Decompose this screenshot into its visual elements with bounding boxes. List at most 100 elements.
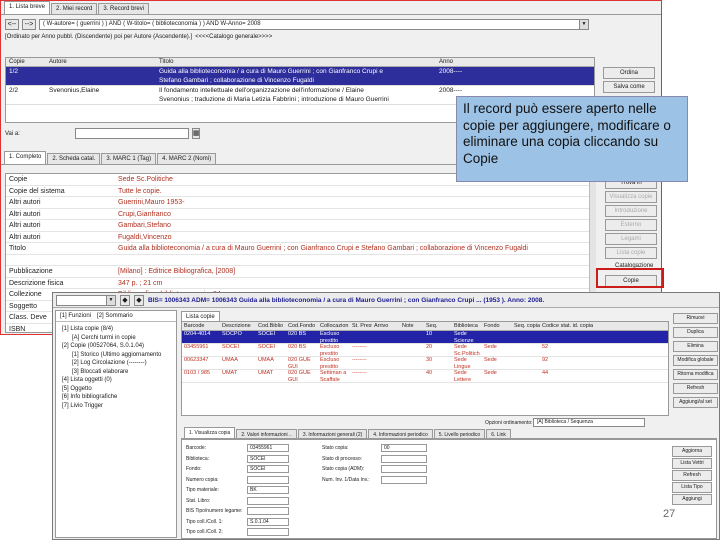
sort-select[interactable]: [A] Biblioteca / Sequenza xyxy=(533,418,645,427)
form-input[interactable] xyxy=(247,507,289,515)
tree-item[interactable]: [7] Livio Trigger xyxy=(58,402,174,411)
copies-column-header[interactable]: Codice stat. id. copia xyxy=(540,322,600,330)
form-tab[interactable]: 3. Informazioni generali (2) xyxy=(297,429,368,438)
copies-column-header[interactable]: St. Prest. xyxy=(350,322,372,330)
form-input[interactable] xyxy=(381,454,427,463)
copies-column-header[interactable]: Descrizione xyxy=(220,322,256,330)
introduzione-button[interactable]: Introduzione xyxy=(605,205,657,217)
detail-value[interactable]: Guerrini,Mauro 1953- xyxy=(118,197,185,208)
copies-column-header[interactable]: Cod.Fondo xyxy=(286,322,318,330)
visualizza-copie-button[interactable]: Visualizza copie xyxy=(605,191,657,203)
detail-value[interactable]: Crupi,Gianfranco xyxy=(118,209,171,220)
toolbar-icon[interactable]: ◆ xyxy=(134,294,144,306)
copies-side-button[interactable]: Aggiungi/al set xyxy=(673,397,718,408)
ordina-button[interactable]: Ordina xyxy=(603,67,655,79)
goto-input[interactable] xyxy=(74,128,189,139)
form-tab[interactable]: 1. Visualizza copia xyxy=(184,427,236,438)
copies-column-header[interactable]: Collocazion xyxy=(318,322,350,330)
form-tab[interactable]: 6. Link xyxy=(486,429,511,438)
tree-item[interactable]: [3] Bloccati elaborare xyxy=(58,368,174,377)
tab-lista-copie[interactable]: Lista copie xyxy=(181,311,220,321)
form-button[interactable]: Aggiorna xyxy=(672,446,712,457)
detail-value[interactable]: [Milano] : Editrice Bibliografica, [2008… xyxy=(118,266,235,277)
form-input[interactable] xyxy=(381,475,427,484)
detail-value[interactable]: Fugaldi,Vincenzo xyxy=(118,232,172,243)
copies-column-header[interactable]: Arrivo xyxy=(372,322,400,330)
calendar-icon[interactable]: ▦ xyxy=(191,128,200,139)
tab-funzioni[interactable]: [1] Funzioni xyxy=(60,313,91,319)
table-row[interactable]: 00623347 UMAA UMAA 020 GUE GUI Escluso prest… xyxy=(182,357,668,370)
form-input[interactable] xyxy=(247,496,289,505)
copies-side-button[interactable]: Rimuovi xyxy=(673,313,718,324)
col-titolo[interactable]: Titolo xyxy=(156,58,436,66)
form-button[interactable]: Lista Tipo xyxy=(672,482,712,493)
form-input[interactable]: S.0.1.04 xyxy=(247,517,289,526)
form-input[interactable] xyxy=(247,475,289,484)
copies-side-button[interactable]: Duplica xyxy=(673,327,718,338)
form-button[interactable]: Refresh xyxy=(672,470,712,481)
tab-record-brevi[interactable]: 3. Record brevi xyxy=(98,3,150,14)
detail-value[interactable]: Guida alla biblioteconomia / a cura di M… xyxy=(118,243,528,254)
tab-completo[interactable]: 1. Completo xyxy=(4,151,47,164)
chevron-down-icon[interactable]: ▼ xyxy=(106,295,115,305)
detail-value[interactable]: Gambari,Stefano xyxy=(118,220,171,231)
form-tab[interactable]: 2. Valori informazioni .. xyxy=(236,429,297,438)
tab-lista-breve[interactable]: 1. Lista breve xyxy=(4,1,51,14)
detail-value[interactable]: Sede Sc.Politiche xyxy=(118,174,173,185)
tab-scheda-catal[interactable]: 2. Scheda catal. xyxy=(47,153,101,164)
tree-item[interactable]: [4] Lista oggetti (0) xyxy=(58,376,174,385)
query-field[interactable]: ( W-autore= ( guerrini ) ) AND ( W-titol… xyxy=(39,19,589,30)
detail-value[interactable]: Tutte le copie. xyxy=(118,186,162,197)
tree-item[interactable]: [6] Info bibliografiche xyxy=(58,393,174,402)
copies-column-header[interactable]: Cod.Biblio xyxy=(256,322,286,330)
legami-button[interactable]: Legami xyxy=(605,233,657,245)
view-select[interactable]: ▼ xyxy=(56,294,116,306)
table-row[interactable]: 03455961 SOCEI SOCEI 020 BS Escluso prestito… xyxy=(182,344,668,357)
col-autore[interactable]: Autore xyxy=(46,58,156,66)
tab-sommario[interactable]: [2] Sommario xyxy=(97,313,133,319)
tree-item[interactable]: [2] Copie (00527064, S.0.1.04) xyxy=(58,342,174,351)
form-input[interactable] xyxy=(381,465,427,473)
next-button[interactable]: --> xyxy=(22,19,36,30)
copies-column-header[interactable]: Note xyxy=(400,322,424,330)
detail-value[interactable]: 347 p. ; 21 cm xyxy=(118,278,162,289)
table-row[interactable]: 1/2 Guida alla biblioteconomia / a cura … xyxy=(6,67,594,86)
table-row[interactable]: 0204-4014 SOCPO SOCEI 020 BS Escluso prestit… xyxy=(182,331,668,344)
lista-copie-button[interactable]: Lista copie xyxy=(605,247,657,259)
form-input[interactable]: 03455961 xyxy=(247,444,289,452)
form-input[interactable]: 00 xyxy=(381,444,427,452)
form-tab[interactable]: 5. Livello periodico xyxy=(433,429,486,438)
chevron-down-icon[interactable]: ▼ xyxy=(579,20,588,29)
copies-column-header[interactable]: Seq. xyxy=(424,322,452,330)
tab-marc2[interactable]: 4. MARC 2 (Nomi) xyxy=(157,153,217,164)
copies-side-button[interactable]: Ritorna modifica xyxy=(673,369,718,380)
tree-item[interactable]: [5] Oggetto xyxy=(58,385,174,394)
copies-column-header[interactable]: Barcode xyxy=(182,322,220,330)
copies-side-button[interactable]: Modifica globale xyxy=(673,355,718,366)
table-row[interactable]: 0103 / 985 UMAT UMAT 020 GUE GUI Settiman a … xyxy=(182,370,668,383)
copies-column-header[interactable]: Seq. copia xyxy=(512,322,540,330)
form-tab[interactable]: 4. Informazioni periodico xyxy=(368,429,433,438)
tab-marc1[interactable]: 3. MARC 1 (Tag) xyxy=(101,153,157,164)
form-input[interactable] xyxy=(247,528,289,536)
tree-item[interactable]: [1] Lista copie (8/4) xyxy=(58,325,174,334)
col-copie[interactable]: Copie xyxy=(6,58,46,66)
form-input[interactable]: SOCEI xyxy=(247,454,289,463)
form-button[interactable]: Aggiungi xyxy=(672,494,712,505)
form-button[interactable]: Lista Vettri xyxy=(672,458,712,469)
form-input[interactable]: SOCEI xyxy=(247,465,289,473)
tab-miei-record[interactable]: 2. Miei record xyxy=(51,3,98,14)
salva-come-button[interactable]: Salva come xyxy=(603,81,655,93)
copies-column-header[interactable]: Biblioteca xyxy=(452,322,482,330)
prev-button[interactable]: <-- xyxy=(5,19,19,30)
tree-item[interactable]: [2] Log Circolazione (--------) xyxy=(58,359,174,368)
copies-column-header[interactable]: Fondo xyxy=(482,322,512,330)
copies-side-button[interactable]: Refresh xyxy=(673,383,718,394)
tree-item[interactable]: [A] Cerchi turmi in copie xyxy=(58,334,174,343)
esterno-button[interactable]: Esterno xyxy=(605,219,657,231)
tree-item[interactable]: [1] Storico (Ultimo aggiornamento xyxy=(58,351,174,360)
copies-side-button[interactable]: Elimina xyxy=(673,341,718,352)
form-input[interactable]: BK xyxy=(247,486,289,494)
col-anno[interactable]: Anno xyxy=(436,58,546,66)
toolbar-icon[interactable]: ◆ xyxy=(120,294,130,306)
